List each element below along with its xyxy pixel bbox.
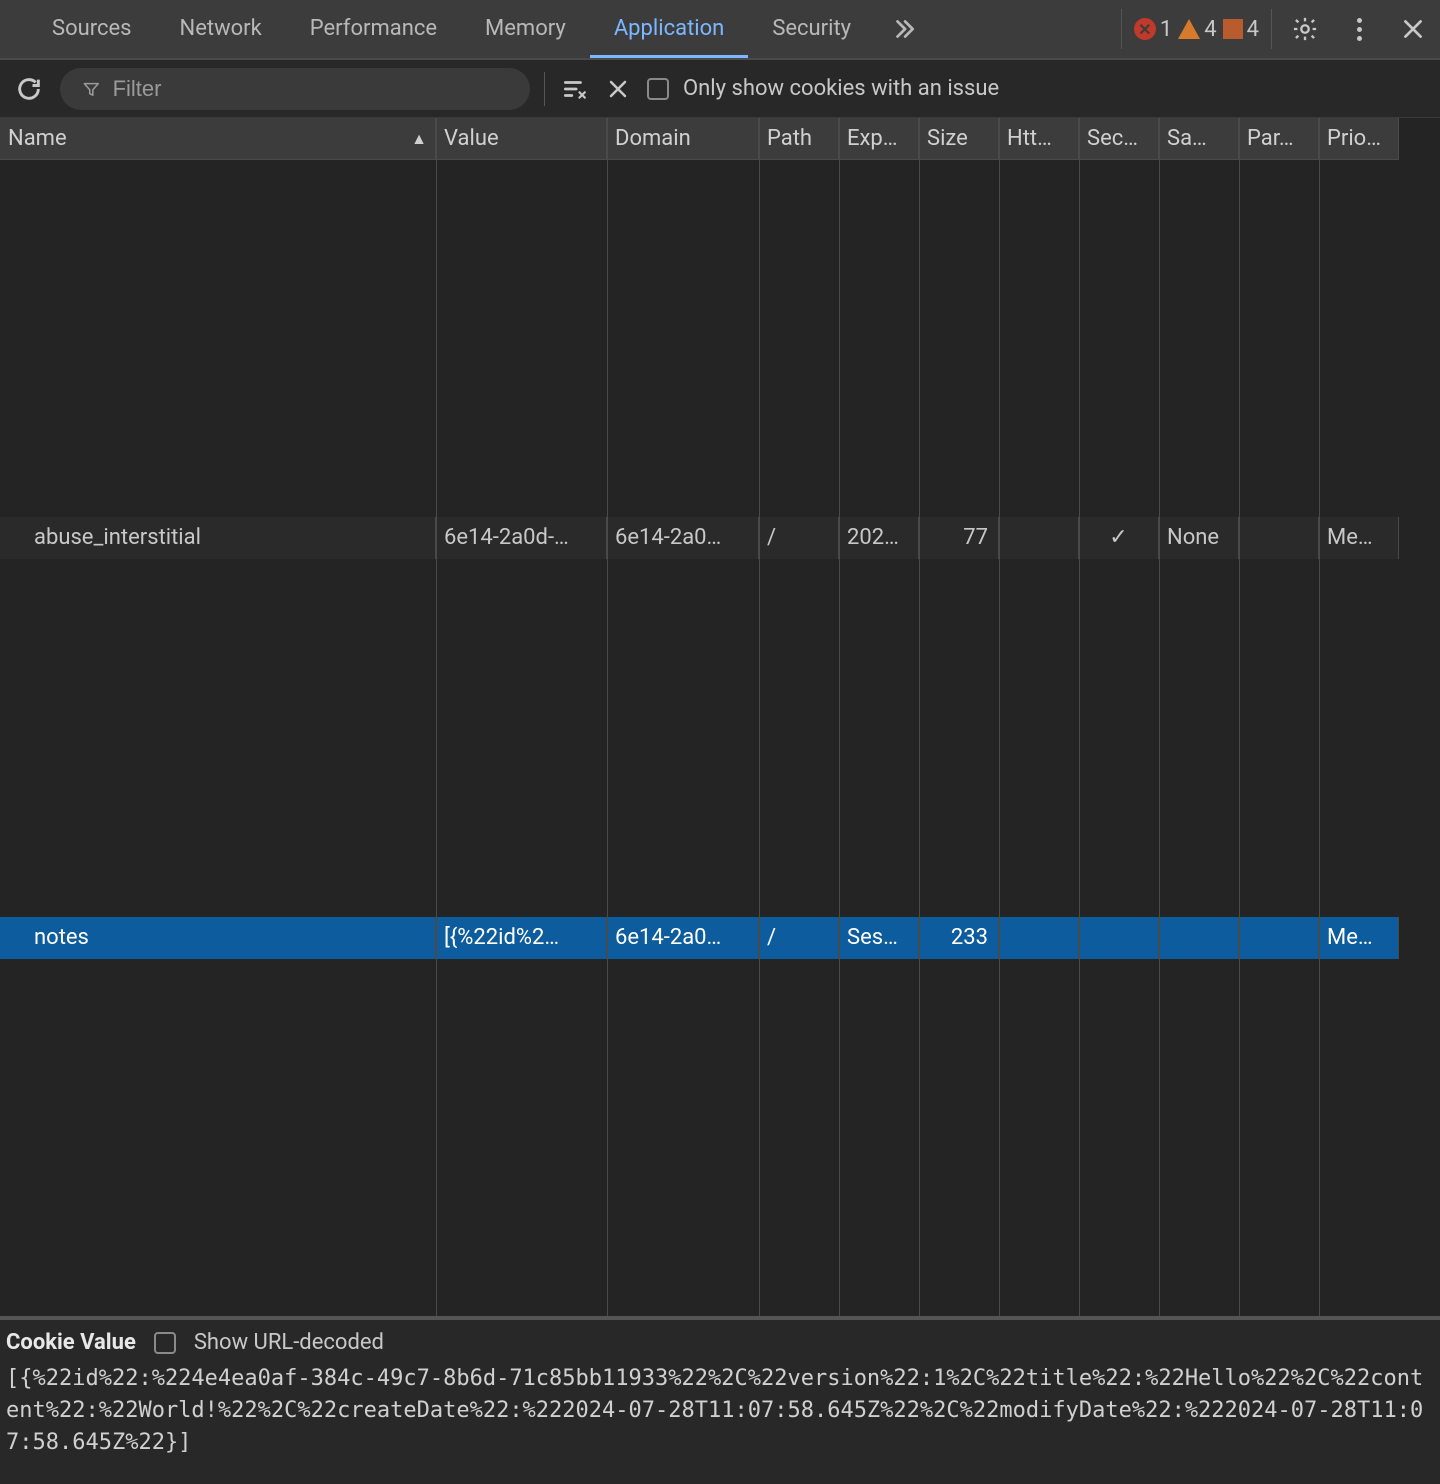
status-issues[interactable]: 4: [1223, 17, 1259, 42]
status-errors-count: 1: [1160, 17, 1172, 42]
cell-partition: [1239, 917, 1319, 959]
tab-network[interactable]: Network: [156, 0, 286, 58]
col-header-samesite[interactable]: Sa…: [1159, 118, 1239, 160]
devtools-tabbar: Sources Network Performance Memory Appli…: [0, 0, 1440, 60]
cell-samesite: None: [1159, 517, 1239, 559]
cell-priority: Me…: [1319, 917, 1399, 959]
status-warnings[interactable]: 4: [1178, 17, 1216, 42]
col-header-expires[interactable]: Exp…: [839, 118, 919, 160]
error-icon: ✕: [1134, 18, 1156, 40]
reload-icon: [15, 75, 43, 103]
kebab-menu-button[interactable]: [1342, 12, 1376, 46]
cell-samesite: [1159, 917, 1239, 959]
cell-path: /: [759, 517, 839, 559]
gear-icon: [1291, 15, 1319, 43]
tabbar-right-buttons: [1272, 12, 1430, 46]
cell-secure: [1079, 917, 1159, 959]
col-header-size[interactable]: Size: [919, 118, 999, 160]
toolbar-divider: [544, 72, 545, 106]
cell-value: 6e14-2a0d-…: [436, 517, 607, 559]
cell-size: 77: [919, 517, 999, 559]
cookies-toolbar: Only show cookies with an issue: [0, 60, 1440, 118]
col-header-path[interactable]: Path: [759, 118, 839, 160]
col-header-partition[interactable]: Par…: [1239, 118, 1319, 160]
only-issues-checkbox[interactable]: [647, 78, 669, 100]
clear-filter-icon: [561, 76, 587, 102]
col-header-httponly[interactable]: Htt…: [999, 118, 1079, 160]
devtools-tabs: Sources Network Performance Memory Appli…: [28, 0, 933, 58]
clear-cookies-button[interactable]: [603, 74, 633, 104]
kebab-icon: [1357, 18, 1362, 41]
tab-performance[interactable]: Performance: [286, 0, 461, 58]
cell-value: [{%22id%2…: [436, 917, 607, 959]
cell-name: abuse_interstitial: [0, 517, 436, 559]
filter-input[interactable]: [113, 76, 508, 102]
cell-priority: Me…: [1319, 517, 1399, 559]
close-icon: [606, 77, 630, 101]
col-header-value[interactable]: Value: [436, 118, 607, 160]
url-decode-checkbox[interactable]: [154, 1332, 176, 1354]
cell-httponly: [999, 917, 1079, 959]
cookie-value-title: Cookie Value: [6, 1330, 136, 1355]
cell-domain: 6e14-2a0…: [607, 917, 759, 959]
cookie-value-panel: Cookie Value Show URL-decoded [{%22id%22…: [0, 1316, 1440, 1484]
cell-expires: Ses…: [839, 917, 919, 959]
reload-button[interactable]: [12, 72, 46, 106]
status-icons: ✕ 1 4 4: [1121, 9, 1272, 49]
status-errors[interactable]: ✕ 1: [1134, 17, 1172, 42]
cell-size: 233: [919, 917, 999, 959]
status-warnings-count: 4: [1204, 17, 1216, 42]
filter-icon: [82, 79, 101, 99]
cookie-value-body[interactable]: [{%22id%22:%224e4ea0af-384c-49c7-8b6d-71…: [6, 1363, 1434, 1459]
col-header-name-label: Name: [8, 124, 67, 154]
cell-expires: 202…: [839, 517, 919, 559]
close-devtools-button[interactable]: [1396, 12, 1430, 46]
col-header-priority[interactable]: Prio…: [1319, 118, 1399, 160]
cell-secure: ✓: [1079, 517, 1159, 559]
filter-field[interactable]: [60, 68, 530, 110]
url-decode-label: Show URL-decoded: [194, 1330, 384, 1355]
sort-asc-icon: ▲: [411, 124, 427, 154]
warning-icon: [1178, 19, 1200, 39]
status-issues-count: 4: [1247, 17, 1259, 42]
tab-sources[interactable]: Sources: [28, 0, 156, 58]
tab-memory[interactable]: Memory: [461, 0, 590, 58]
issue-icon: [1223, 19, 1243, 39]
tab-application[interactable]: Application: [590, 0, 748, 58]
chevron-double-right-icon: [891, 16, 917, 42]
settings-button[interactable]: [1288, 12, 1322, 46]
tab-security[interactable]: Security: [748, 0, 875, 58]
cookies-table: Name ▲ Value Domain Path Exp… Size Htt… …: [0, 118, 1440, 1316]
col-header-name[interactable]: Name ▲: [0, 118, 436, 160]
col-header-domain[interactable]: Domain: [607, 118, 759, 160]
cell-httponly: [999, 517, 1079, 559]
cell-name: notes: [0, 917, 436, 959]
tabs-overflow-button[interactable]: [875, 0, 933, 58]
cell-partition: [1239, 517, 1319, 559]
only-issues-label: Only show cookies with an issue: [683, 76, 999, 101]
close-icon: [1400, 16, 1426, 42]
cell-path: /: [759, 917, 839, 959]
col-header-secure[interactable]: Sec…: [1079, 118, 1159, 160]
cell-domain: 6e14-2a0…: [607, 517, 759, 559]
clear-filter-button[interactable]: [559, 74, 589, 104]
